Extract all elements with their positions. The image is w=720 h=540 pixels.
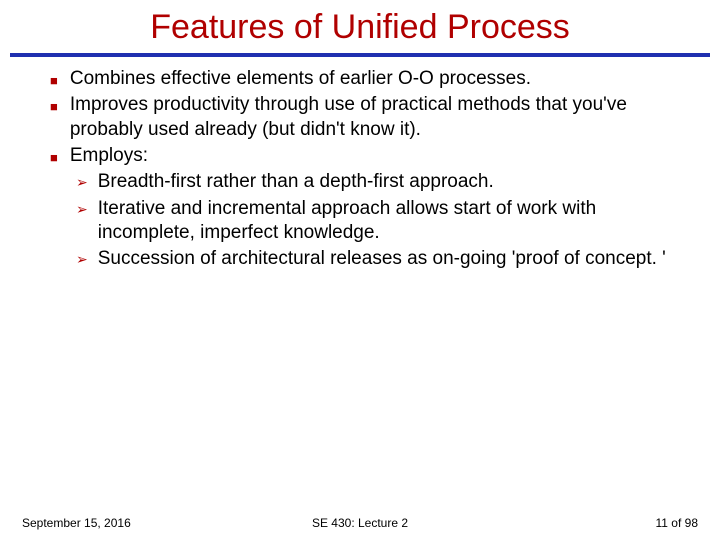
bullet-text: Improves productivity through use of pra… (70, 93, 690, 142)
footer-course: SE 430: Lecture 2 (312, 516, 408, 530)
sub-bullet-text: Iterative and incremental approach allow… (98, 197, 690, 246)
bullet-item: ■ Improves productivity through use of p… (50, 93, 690, 142)
sub-bullet-text: Breadth-first rather than a depth-first … (98, 170, 690, 194)
arrow-bullet-icon: ➢ (76, 174, 88, 192)
square-bullet-icon: ■ (50, 99, 58, 116)
bullet-item: ■ Employs: (50, 144, 690, 168)
sub-bullet-item: ➢ Breadth-first rather than a depth-firs… (76, 170, 690, 194)
sub-bullet-item: ➢ Iterative and incremental approach all… (76, 197, 690, 246)
bullet-text: Combines effective elements of earlier O… (70, 67, 690, 91)
square-bullet-icon: ■ (50, 150, 58, 167)
footer-page: 11 of 98 (656, 516, 698, 530)
arrow-bullet-icon: ➢ (76, 251, 88, 269)
square-bullet-icon: ■ (50, 73, 58, 90)
bullet-text: Employs: (70, 144, 690, 168)
slide-content: ■ Combines effective elements of earlier… (0, 67, 720, 272)
sub-bullet-text: Succession of architectural releases as … (98, 247, 690, 271)
footer-date: September 15, 2016 (22, 516, 131, 530)
title-divider (10, 53, 710, 57)
sub-bullet-item: ➢ Succession of architectural releases a… (76, 247, 690, 271)
slide-title: Features of Unified Process (0, 0, 720, 51)
arrow-bullet-icon: ➢ (76, 201, 88, 219)
bullet-item: ■ Combines effective elements of earlier… (50, 67, 690, 91)
